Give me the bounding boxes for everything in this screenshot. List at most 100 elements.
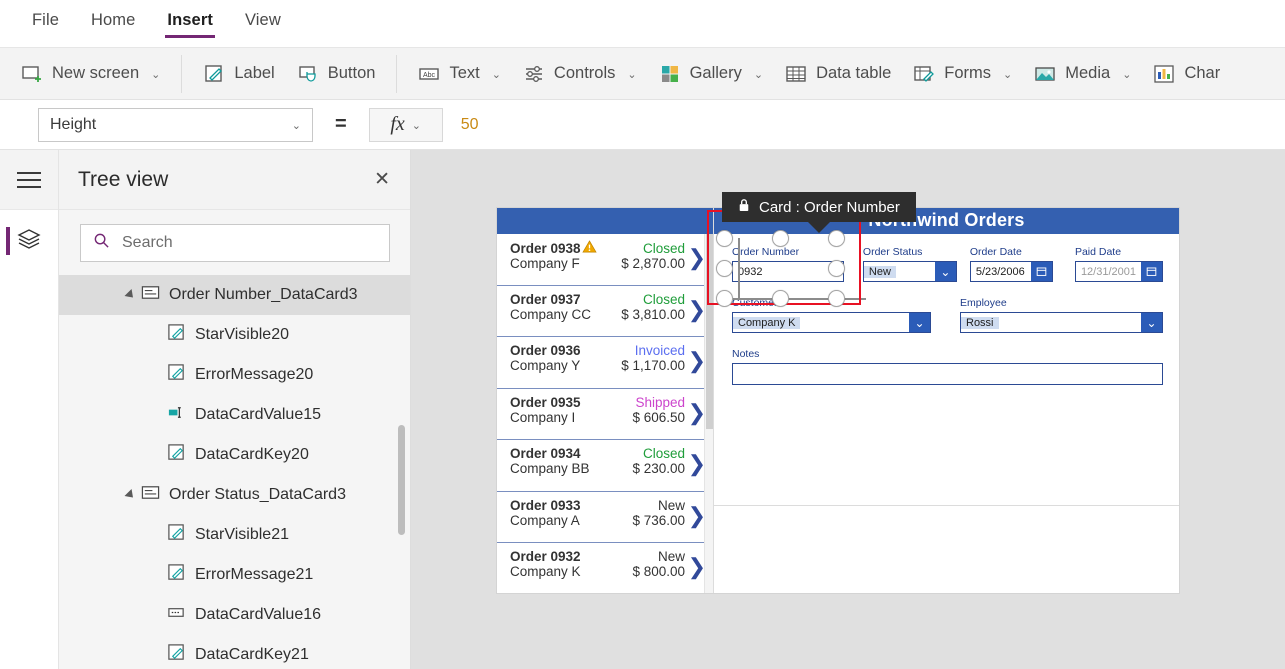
chevron-down-icon[interactable]: ⌄ xyxy=(909,313,930,332)
tree-item-datacardkey20[interactable]: DataCardKey20 xyxy=(59,435,410,475)
dropdown-control-icon xyxy=(167,603,186,627)
chevron-down-icon-gallery[interactable]: ⌄ xyxy=(754,68,763,81)
employee-dropdown[interactable]: Rossi ⌄ xyxy=(960,312,1163,333)
expand-caret-icon[interactable] xyxy=(124,488,137,502)
gallery-row[interactable]: Order 0935 Shipped Company I $ 606.50 ❯ xyxy=(497,389,713,440)
svg-text:Abc: Abc xyxy=(423,72,436,79)
tree-item-datacardvalue16[interactable]: DataCardValue16 xyxy=(59,595,410,635)
canvas-area[interactable]: Order 0938 Closed Company F $ 2,870.00 ❯ xyxy=(411,150,1285,669)
label-control-icon xyxy=(167,323,186,347)
tree-item-errormessage21[interactable]: ErrorMessage21 xyxy=(59,555,410,595)
controls-button[interactable]: Controls ⌄ xyxy=(512,57,648,91)
order-date-input[interactable]: 5/23/2006 xyxy=(969,261,1053,282)
tree-item-errormessage20[interactable]: ErrorMessage20 xyxy=(59,355,410,395)
customer-dropdown[interactable]: Company K ⌄ xyxy=(732,312,931,333)
menu-item-home[interactable]: Home xyxy=(89,9,137,38)
chevron-down-icon-controls[interactable]: ⌄ xyxy=(627,68,636,81)
gallery-company: Company BB xyxy=(510,461,590,476)
data-table-button[interactable]: Data table xyxy=(774,57,902,91)
label-button[interactable]: Label xyxy=(192,57,285,91)
field-label: Order Number xyxy=(732,246,800,258)
property-selector[interactable]: Height ⌄ xyxy=(38,107,313,142)
gallery-row[interactable]: Order 0937 Closed Company CC $ 3,810.00 ❯ xyxy=(497,286,713,337)
chevron-down-icon-media[interactable]: ⌄ xyxy=(1122,68,1131,81)
gallery-scrollbar[interactable] xyxy=(704,234,713,593)
selection-guide-vertical xyxy=(738,238,740,300)
datacard-icon xyxy=(141,283,160,307)
field-label: Order Date xyxy=(969,246,1022,258)
order-date-value: 5/23/2006 xyxy=(975,265,1025,278)
search-input[interactable] xyxy=(120,233,377,253)
label-control-icon xyxy=(167,563,186,587)
gallery-company: Company A xyxy=(510,512,580,528)
order-status-dropdown[interactable]: New ⌄ xyxy=(862,261,957,282)
tree-item-label: DataCardValue16 xyxy=(195,606,322,623)
gallery-scrollbar-thumb[interactable] xyxy=(706,234,713,429)
gallery-status: Shipped xyxy=(635,394,685,410)
chevron-down-icon-fx: ⌄ xyxy=(411,120,422,132)
datacard-icon xyxy=(141,483,160,507)
field-label: Order Status xyxy=(862,246,923,258)
formula-input[interactable]: 50 xyxy=(453,108,1285,142)
text-icon: Abc xyxy=(418,63,440,85)
chevron-down-icon[interactable]: ⌄ xyxy=(151,68,160,81)
tree-item-order-status-datacard3[interactable]: Order Status_DataCard3 xyxy=(59,475,410,515)
tree-item-order-number-datacard3[interactable]: Order Number_DataCard3 xyxy=(59,275,410,315)
gallery-order-id: Order 0934 xyxy=(510,446,581,461)
fx-button[interactable]: fx ⌄ xyxy=(368,107,443,142)
menu-item-view[interactable]: View xyxy=(243,9,283,38)
tree-view-rail-button[interactable] xyxy=(0,210,58,272)
menu-item-insert[interactable]: Insert xyxy=(165,9,215,38)
selected-control-tooltip: Card : Order Number xyxy=(722,192,916,233)
menu-item-file[interactable]: File xyxy=(30,9,61,38)
gallery-status: Closed xyxy=(642,291,685,307)
button-icon xyxy=(297,63,319,85)
gallery-amount: $ 230.00 xyxy=(632,461,685,476)
forms-button[interactable]: Forms ⌄ xyxy=(902,57,1023,91)
hamburger-menu-button[interactable] xyxy=(0,150,58,210)
notes-input[interactable] xyxy=(732,363,1163,385)
gallery-row[interactable]: Order 0932 New Company K $ 800.00 ❯ xyxy=(497,543,713,593)
gallery-row[interactable]: Order 0938 Closed Company F $ 2,870.00 ❯ xyxy=(497,234,713,286)
tree-item-starvisible21[interactable]: StarVisible21 xyxy=(59,515,410,555)
close-icon[interactable]: ✕ xyxy=(374,170,390,189)
button-button[interactable]: Button xyxy=(286,57,387,91)
media-button[interactable]: Media ⌄ xyxy=(1023,57,1142,91)
gallery-row[interactable]: Order 0936 Invoiced Company Y $ 1,170.00 ❯ xyxy=(497,337,713,389)
tree-item-label: ErrorMessage21 xyxy=(195,566,314,583)
selection-handle-bottom-left xyxy=(716,290,733,307)
label-button-label: Label xyxy=(234,64,275,82)
chevron-down-icon-forms[interactable]: ⌄ xyxy=(1003,68,1012,81)
menu-bar: File Home Insert View xyxy=(0,0,1285,48)
tree-view-scrollbar[interactable] xyxy=(398,425,405,535)
selection-handle-middle-left xyxy=(716,260,733,277)
gallery-row[interactable]: Order 0933 New Company A $ 736.00 ❯ xyxy=(497,492,713,543)
controls-icon xyxy=(523,63,545,85)
calendar-icon[interactable] xyxy=(1141,262,1162,281)
chevron-down-icon[interactable]: ⌄ xyxy=(934,262,956,281)
gallery-amount: $ 800.00 xyxy=(632,564,685,579)
orders-gallery[interactable]: Order 0938 Closed Company F $ 2,870.00 ❯ xyxy=(497,208,714,593)
charts-button[interactable]: Char xyxy=(1142,57,1231,91)
chevron-down-icon-text[interactable]: ⌄ xyxy=(492,68,501,81)
tree-item-starvisible20[interactable]: StarVisible20 xyxy=(59,315,410,355)
gallery-status: New xyxy=(657,497,685,513)
paid-date-input[interactable]: 12/31/2001 xyxy=(1074,261,1163,282)
order-edit-form: Northwind Orders Order Number 0932 Order… xyxy=(714,208,1179,593)
tree-search-wrapper xyxy=(59,210,410,275)
gallery-status: Invoiced xyxy=(634,343,685,358)
gallery-row[interactable]: Order 0934 Closed Company BB $ 230.00 ❯ xyxy=(497,440,713,492)
text-button[interactable]: Abc Text ⌄ xyxy=(407,57,511,91)
tree-item-datacardkey21[interactable]: DataCardKey21 xyxy=(59,635,410,669)
lock-icon xyxy=(738,198,750,216)
chevron-down-icon[interactable]: ⌄ xyxy=(1141,313,1162,332)
tree-item-label: Order Number_DataCard3 xyxy=(169,286,358,303)
new-screen-button[interactable]: New screen ⌄ xyxy=(10,57,171,91)
tree-item-datacardvalue15[interactable]: DataCardValue15 xyxy=(59,395,410,435)
search-box[interactable] xyxy=(80,224,390,262)
equals-sign: = xyxy=(335,113,347,135)
expand-caret-icon[interactable] xyxy=(124,288,137,302)
gallery-button[interactable]: Gallery ⌄ xyxy=(648,57,774,91)
calendar-icon[interactable] xyxy=(1030,262,1052,281)
tree-item-label: StarVisible21 xyxy=(195,526,289,543)
